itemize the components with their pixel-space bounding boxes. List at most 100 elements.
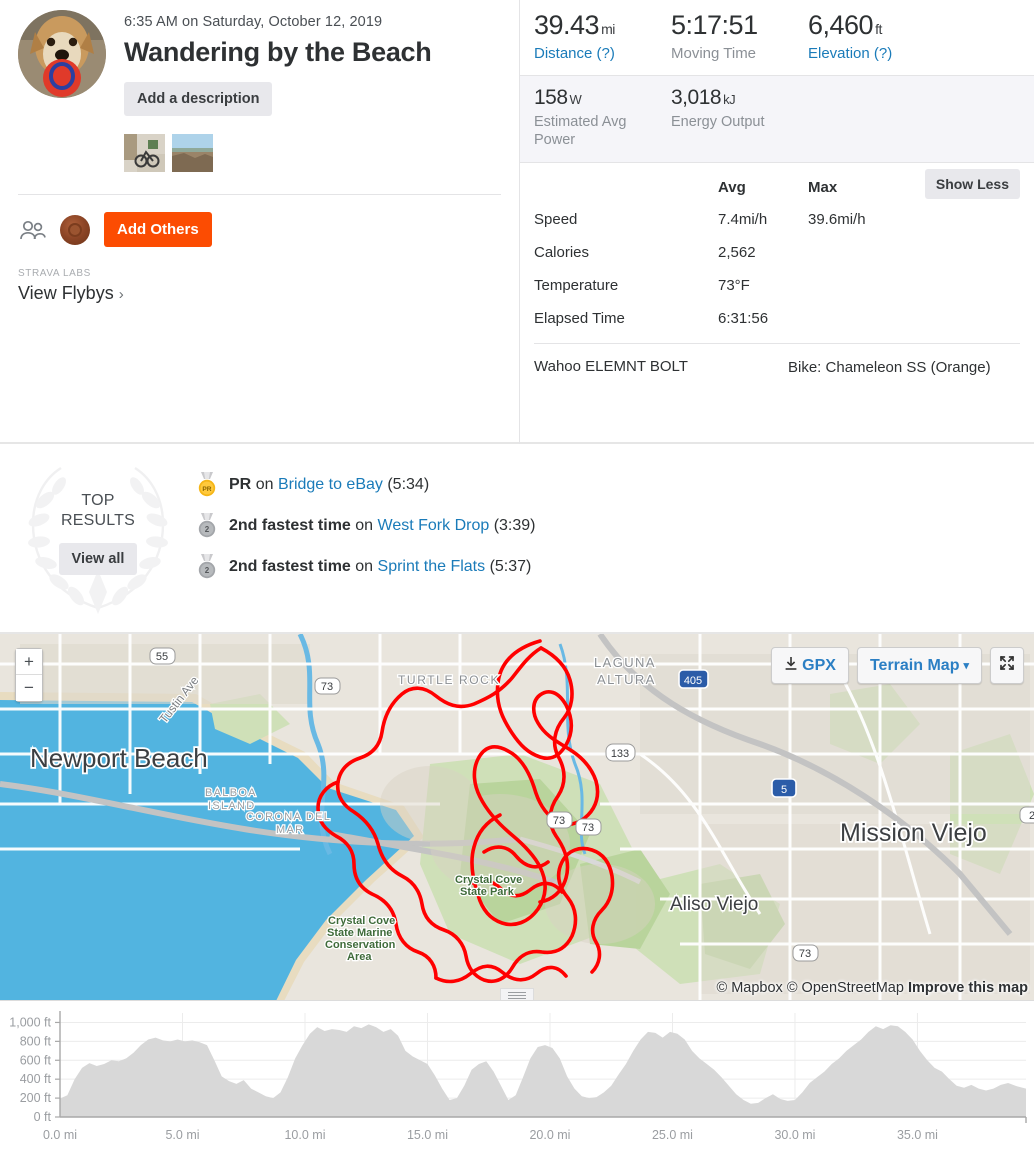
svg-text:73: 73	[582, 822, 594, 834]
row-max	[808, 302, 928, 335]
gpx-label: GPX	[802, 656, 836, 674]
map-resize-handle[interactable]	[500, 988, 534, 1000]
svg-text:73: 73	[321, 681, 333, 693]
svg-text:Crystal Cove: Crystal Cove	[455, 874, 522, 886]
stat-value: 158 W	[534, 86, 582, 110]
show-less-button[interactable]: Show Less	[924, 168, 1020, 199]
svg-text:BALBOA: BALBOA	[205, 787, 257, 799]
activity-others-row: Add Others	[18, 212, 501, 247]
athlete-avatar[interactable]	[18, 10, 106, 98]
column-header-avg: Avg	[718, 178, 746, 196]
achievement-on: on	[255, 476, 274, 493]
terrain-map-dropdown[interactable]: Terrain Map ▾	[856, 647, 982, 684]
elevation-area	[60, 1024, 1026, 1117]
svg-text:MAR: MAR	[276, 824, 304, 836]
svg-text:CORONA DEL: CORONA DEL	[246, 811, 331, 823]
segment-link[interactable]: Sprint the Flats	[378, 558, 486, 575]
row-label: Calories	[534, 243, 590, 261]
svg-text:5: 5	[781, 784, 787, 796]
achievement-text: PR on Bridge to eBay (5:34)	[229, 476, 429, 494]
map-canvas: Newport Beach Mission Viejo Aliso Viejo …	[0, 634, 1034, 1000]
elevation-chart-canvas: 0 ft 200 ft 400 ft 600 ft 800 ft 1,000 ft 0.0 …	[9, 1011, 1027, 1142]
svg-text:Conservation: Conservation	[325, 939, 396, 951]
divider	[18, 194, 501, 195]
stat-label[interactable]: Distance (?)	[534, 44, 671, 63]
svg-text:State Marine: State Marine	[327, 927, 392, 939]
segment-link[interactable]: Bridge to eBay	[278, 476, 383, 493]
stat-energy-output: 3,018 kJ Energy Output	[671, 86, 808, 150]
bike-name: Bike: Chameleon SS (Orange)	[788, 358, 991, 376]
achievements-list: PR PR on Bridge to eBay (5:34) 2 2nd fas…	[196, 444, 1034, 632]
participant-avatar[interactable]	[60, 214, 90, 245]
view-flybys-label: View Flybys	[18, 283, 114, 303]
fullscreen-button[interactable]	[990, 647, 1024, 684]
y-tick-label: 600 ft	[20, 1053, 52, 1067]
gpx-download-button[interactable]: GPX	[771, 647, 849, 684]
y-tick-label: 400 ft	[20, 1072, 52, 1086]
row-avg: 2,562	[718, 243, 756, 261]
stat-label[interactable]: Elevation (?)	[808, 44, 945, 63]
svg-text:TURTLE ROCK: TURTLE ROCK	[398, 673, 500, 687]
svg-text:2: 2	[205, 525, 210, 534]
zoom-out-button[interactable]: −	[16, 675, 42, 701]
improve-map-link[interactable]: Improve this map	[908, 980, 1028, 996]
row-avg: 6:31:56	[718, 309, 769, 327]
device-name: Wahoo ELEMNT BOLT	[534, 357, 688, 375]
map-zoom-controls[interactable]: + −	[15, 648, 43, 702]
secondary-stats-row: 158 W Estimated Avg Power 3,018 kJ Energy …	[520, 75, 1034, 163]
zoom-in-button[interactable]: +	[16, 649, 42, 675]
achievement-time: (5:37)	[489, 558, 532, 575]
row-max	[808, 269, 928, 302]
stat-unit: mi	[601, 21, 615, 37]
activity-photos	[124, 134, 431, 172]
pr-medal-icon: PR	[196, 472, 218, 498]
stat-avg-power: 158 W Estimated Avg Power	[534, 86, 671, 150]
x-tick-label: 0.0 mi	[43, 1128, 77, 1142]
chevron-right-icon: ›	[118, 286, 124, 303]
segment-link[interactable]: West Fork Drop	[378, 517, 490, 534]
table-row: Elapsed Time 6:31:56	[534, 302, 1020, 335]
achievement-time: (3:39)	[493, 517, 536, 534]
svg-text:PR: PR	[202, 486, 211, 493]
stat-elevation: 6,460 ft Elevation (?)	[808, 10, 945, 63]
column-header-name	[534, 173, 718, 203]
svg-text:Aliso Viejo: Aliso Viejo	[670, 894, 758, 915]
add-description-button[interactable]: Add a description	[124, 82, 273, 116]
map-toolbar: GPX Terrain Map ▾	[771, 647, 1024, 684]
laurel-wreath-icon	[28, 466, 168, 614]
top-results-badge: TOP RESULTS View all	[0, 444, 196, 632]
table-row: Temperature 73°F	[534, 269, 1020, 302]
stat-label: Moving Time	[671, 45, 757, 62]
add-others-button[interactable]: Add Others	[104, 212, 212, 247]
x-tick-label: 10.0 mi	[284, 1128, 325, 1142]
achievement-on: on	[355, 517, 374, 534]
top-results-title-line1: TOP	[81, 491, 115, 509]
x-tick-label: 30.0 mi	[774, 1128, 815, 1142]
list-item: PR PR on Bridge to eBay (5:34)	[196, 472, 1034, 498]
view-all-button[interactable]: View all	[58, 543, 138, 576]
second-place-medal-icon: 2	[196, 554, 218, 580]
top-results-title-line2: RESULTS	[60, 512, 135, 529]
elevation-chart[interactable]: 0 ft 200 ft 400 ft 600 ft 800 ft 1,000 ft 0.0 …	[0, 1001, 1034, 1173]
second-place-medal-icon: 2	[196, 513, 218, 539]
stat-value: 6,460 ft	[808, 10, 882, 40]
activity-map[interactable]: Newport Beach Mission Viejo Aliso Viejo …	[0, 634, 1034, 1001]
svg-text:73: 73	[799, 948, 811, 960]
column-header-max: Max	[808, 178, 838, 196]
people-icon	[18, 219, 46, 241]
activity-photo-thumbnail[interactable]	[172, 134, 213, 172]
svg-text:Area: Area	[347, 951, 372, 963]
achievement-rank: PR	[229, 476, 252, 493]
svg-text:55: 55	[156, 651, 168, 663]
activity-header: 6:35 AM on Saturday, October 12, 2019 Wa…	[18, 10, 501, 172]
detail-stats-table-wrapper: Show Less Avg Max Speed 7.4mi/h 39.6mi/h…	[520, 163, 1034, 335]
top-results-section: TOP RESULTS View all PR PR on Bridge to …	[0, 444, 1034, 634]
activity-details-panel: 6:35 AM on Saturday, October 12, 2019 Wa…	[0, 0, 519, 444]
achievement-time: (5:34)	[387, 476, 430, 493]
table-row: Calories 2,562	[534, 236, 1020, 269]
svg-text:405: 405	[684, 675, 702, 687]
chevron-down-icon: ▾	[963, 660, 969, 672]
view-flybys-link[interactable]: View Flybys ›	[18, 283, 501, 304]
strava-activity-page: 6:35 AM on Saturday, October 12, 2019 Wa…	[0, 0, 1034, 1175]
activity-photo-thumbnail[interactable]	[124, 134, 165, 172]
